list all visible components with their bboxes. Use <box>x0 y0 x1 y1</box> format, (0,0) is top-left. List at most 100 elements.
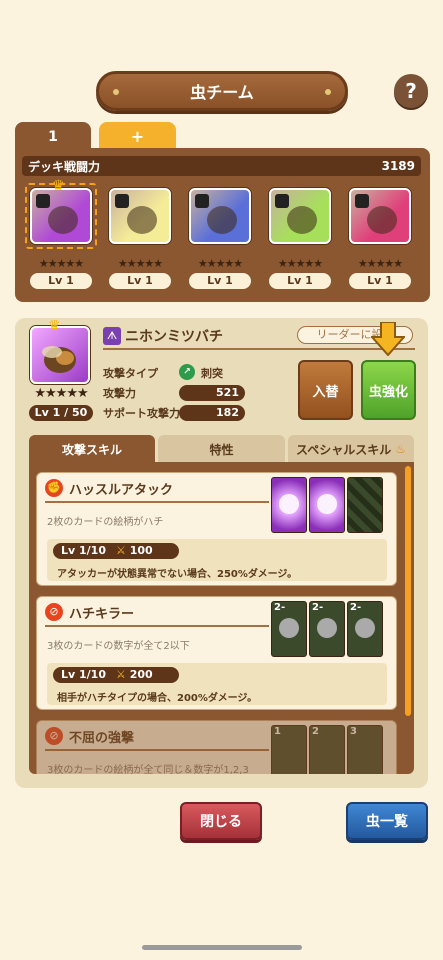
sword-icon: ⚔ <box>116 668 126 681</box>
skill-level: Lv 1/10 <box>61 544 106 557</box>
card-label: 2- <box>350 602 362 613</box>
attack-skill-icon: ✊ <box>45 479 63 497</box>
deck-member-card[interactable] <box>109 188 171 244</box>
pierce-icon: ↗ <box>179 364 195 380</box>
deck-power-strip: デッキ戦闘力 3189 <box>22 156 421 176</box>
bug-name: ニホンミツバチ <box>125 329 223 345</box>
deck-tab-label: 1 <box>48 129 58 145</box>
deck-tab-add[interactable]: + <box>99 122 176 150</box>
deck-member-card[interactable] <box>269 188 331 244</box>
number-card: 2- <box>271 601 307 657</box>
deck-member-card[interactable] <box>189 188 251 244</box>
help-icon: ? <box>405 79 417 103</box>
member-stars: ★★★★★ <box>117 257 163 270</box>
scrollbar[interactable] <box>405 466 411 716</box>
card-label: 3 <box>350 726 357 737</box>
bug-sprite <box>207 206 237 234</box>
sword-icon: ⚔ <box>116 544 126 557</box>
bug-sprite <box>287 206 317 234</box>
leader-frame <box>25 183 97 249</box>
bolt-decoration <box>325 89 331 95</box>
skill-effect: Lv 1/10 ⚔ 200 相手がハチタイプの場合、200%ダメージ。 <box>47 663 387 705</box>
member-level: Lv 1 <box>189 273 251 289</box>
bug-stars: ★★★★★ <box>34 386 88 401</box>
swap-button[interactable]: 入替 <box>298 360 353 420</box>
bug-list-button[interactable]: 虫一覧 <box>346 802 428 840</box>
bug-type-icon <box>355 194 369 208</box>
skill-effect-text: 相手がハチタイプの場合、200%ダメージ。 <box>57 693 258 704</box>
card-label: 2- <box>274 602 286 613</box>
skill-card: ✊ ハッスルアタック 2枚のカードの絵柄がハチ Lv 1/10 ⚔ 100 アタッ… <box>36 472 397 586</box>
skill-tabs: 攻撃スキル 特性 スペシャルスキル ♨ <box>29 435 414 463</box>
member-level: Lv 1 <box>269 273 331 289</box>
stat-attack-type: 攻撃タイプ ↗ 刺突 <box>103 364 245 381</box>
skill-condition: 3枚のカードの数字が全て2以下 <box>47 641 190 652</box>
bug-sprite <box>367 206 397 234</box>
help-button[interactable]: ? <box>394 74 428 108</box>
bug-level: Lv 1 / 50 <box>29 405 93 421</box>
bug-type-icon <box>275 194 289 208</box>
any-card <box>347 477 383 533</box>
arrow-down-icon <box>371 322 405 356</box>
skill-card-locked: ⊘ 不屈の強撃 3枚のカードの絵柄が全て同じ＆数字が1,2,3 1 2 3 <box>36 720 397 774</box>
skill-list[interactable]: ✊ ハッスルアタック 2枚のカードの絵柄がハチ Lv 1/10 ⚔ 100 アタッ… <box>29 462 414 774</box>
member-level: Lv 1 <box>30 273 92 289</box>
stat-support-attack: サポート攻撃力 182 <box>103 405 245 421</box>
bolt-decoration <box>113 89 119 95</box>
crown-icon: ♛ <box>48 318 61 334</box>
deck-member-card[interactable] <box>349 188 411 244</box>
stat-label: 攻撃タイプ <box>103 367 158 380</box>
member-stars: ★★★★★ <box>197 257 243 270</box>
bug-sprite <box>127 206 157 234</box>
bee-card <box>271 477 307 533</box>
tab-attack-skill[interactable]: 攻撃スキル <box>29 435 155 463</box>
member-level: Lv 1 <box>109 273 171 289</box>
home-indicator[interactable] <box>142 945 302 950</box>
number-card: 1 <box>271 725 307 774</box>
card-label: 1 <box>274 726 281 737</box>
member-level: Lv 1 <box>349 273 411 289</box>
number-card: 2 <box>309 725 345 774</box>
bee-icon <box>279 494 299 514</box>
plus-icon: + <box>130 126 145 146</box>
skill-power: 200 <box>129 668 153 681</box>
card-label: 2 <box>312 726 319 737</box>
stat-label: 攻撃力 <box>103 387 136 400</box>
blank-icon <box>279 618 299 638</box>
stat-label: サポート攻撃力 <box>103 407 180 420</box>
skill-name: ハッスルアタック <box>69 483 174 498</box>
divider <box>45 625 269 627</box>
tab-label: スペシャルスキル <box>296 442 392 457</box>
close-button[interactable]: 閉じる <box>180 802 262 840</box>
upgrade-button[interactable]: 虫強化 <box>361 360 416 420</box>
tab-special-skill[interactable]: スペシャルスキル ♨ <box>288 435 414 463</box>
number-card: 3 <box>347 725 383 774</box>
number-card: 2- <box>309 601 345 657</box>
skill-level: Lv 1/10 <box>61 668 106 681</box>
bug-type-icon <box>195 194 209 208</box>
card-label: 2- <box>312 602 324 613</box>
skill-level-tag: Lv 1/10 ⚔ 200 <box>53 667 179 683</box>
number-card: 2- <box>347 601 383 657</box>
tab-label: 特性 <box>209 442 234 457</box>
member-stars: ★★★★★ <box>277 257 323 270</box>
stat-value: 刺突 <box>201 367 223 380</box>
stat-attack: 攻撃力 521 <box>103 385 245 401</box>
fire-icon: ♨ <box>395 442 406 456</box>
skill-effect: Lv 1/10 ⚔ 100 アタッカーが状態異常でない場合、250%ダメージ。 <box>47 539 387 581</box>
skill-condition: 2枚のカードの絵柄がハチ <box>47 517 164 528</box>
stat-value: 521 <box>179 385 245 401</box>
skill-card: ⊘ ハチキラー 3枚のカードの数字が全て2以下 2- 2- 2- Lv 1/10… <box>36 596 397 710</box>
bee-type-icon: ᗑ <box>103 327 121 345</box>
deck-power-label: デッキ戦闘力 <box>28 159 101 174</box>
member-stars: ★★★★★ <box>38 257 84 270</box>
tab-trait[interactable]: 特性 <box>158 435 285 463</box>
bee-icon <box>317 494 337 514</box>
page-title-bar: 虫チーム <box>96 71 348 111</box>
member-stars: ★★★★★ <box>357 257 403 270</box>
divider <box>45 749 269 751</box>
blank-icon <box>317 618 337 638</box>
skill-level-tag: Lv 1/10 ⚔ 100 <box>53 543 179 559</box>
blank-icon <box>355 618 375 638</box>
page-title: 虫チーム <box>190 83 254 102</box>
